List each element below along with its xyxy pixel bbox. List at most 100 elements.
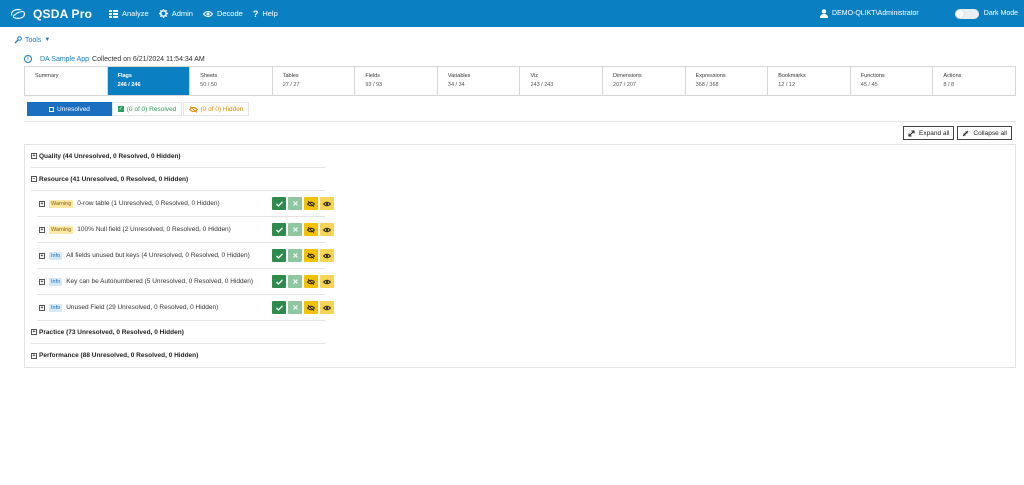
tab-expressions[interactable]: Expressions 368 / 368: [685, 67, 769, 95]
show-button[interactable]: [320, 275, 334, 288]
app-info: i DA Sample App Collected on 6/21/2024 1…: [24, 55, 205, 63]
nav-admin[interactable]: Admin: [158, 9, 193, 18]
tab-label: Viz: [530, 73, 539, 79]
collapse-all-label: Collapse all: [973, 129, 1007, 137]
section-label: Practice (73 Unresolved, 0 Resolved, 0 H…: [39, 328, 184, 336]
flag-row[interactable]: + Warning 0-row table (1 Unresolved, 0 R…: [37, 191, 334, 217]
resolve-button[interactable]: [272, 197, 286, 210]
eye-slash-icon: [307, 226, 315, 233]
tab-summary[interactable]: Summary: [25, 67, 108, 95]
tab-count: 12 / 12: [778, 82, 796, 88]
tab-label: Tables: [282, 73, 299, 79]
tab-functions[interactable]: Functions 45 / 45: [850, 67, 934, 95]
resolve-button[interactable]: [272, 275, 286, 288]
expand-plus-icon[interactable]: +: [31, 352, 37, 359]
info-badge: Info: [49, 303, 63, 312]
expand-plus-icon[interactable]: +: [39, 278, 45, 285]
flag-label: Key can be Autonumbered (5 Unresolved, 0…: [66, 278, 253, 285]
row-actions: [272, 275, 336, 288]
toggle-knob: [955, 9, 964, 18]
section-resource[interactable]: − Resource (41 Unresolved, 0 Resolved, 0…: [31, 168, 325, 191]
hide-button[interactable]: [304, 223, 318, 236]
expand-plus-icon[interactable]: +: [39, 252, 45, 259]
show-button[interactable]: [320, 223, 334, 236]
tab-strip: Summary Flags 246 / 246 Sheets 50 / 50 Tab…: [24, 66, 1016, 96]
nav-help[interactable]: ? Help: [253, 9, 278, 19]
collapse-minus-icon[interactable]: −: [31, 176, 37, 182]
eye-icon: [323, 253, 331, 258]
check-icon: [275, 278, 283, 285]
section-quality[interactable]: + Quality (44 Unresolved, 0 Resolved, 0 …: [31, 145, 325, 168]
flag-row[interactable]: + Warning 100% Null field (2 Unresolved,…: [37, 217, 334, 243]
expand-plus-icon[interactable]: +: [39, 226, 45, 233]
unresolve-button[interactable]: [288, 197, 302, 210]
flag-row[interactable]: + Info All fields unused but keys (4 Unr…: [37, 243, 334, 269]
check-icon: [275, 304, 283, 311]
section-label: Resource (41 Unresolved, 0 Resolved, 0 H…: [39, 175, 189, 183]
hide-button[interactable]: [304, 197, 318, 210]
show-button[interactable]: [320, 197, 334, 210]
tab-count: 368 / 368: [695, 82, 719, 88]
check-icon: ✓: [117, 106, 124, 112]
eye-icon: [323, 279, 331, 284]
nav-analyze-label: Analyze: [122, 9, 149, 18]
tab-actions[interactable]: Actions 8 / 8: [933, 67, 1015, 95]
section-performance[interactable]: + Performance (88 Unresolved, 0 Resolved…: [31, 344, 325, 367]
hide-button[interactable]: [304, 275, 318, 288]
nav-analyze[interactable]: Analyze: [109, 9, 149, 18]
check-icon: [275, 252, 283, 259]
expand-plus-icon[interactable]: +: [39, 200, 45, 207]
unresolve-button[interactable]: [288, 275, 302, 288]
tab-viz[interactable]: Viz 243 / 243: [520, 67, 604, 95]
unresolve-button[interactable]: [288, 301, 302, 314]
row-actions: [272, 223, 336, 236]
resolve-button[interactable]: [272, 301, 286, 314]
tab-dimensions[interactable]: Dimensions 207 / 207: [603, 67, 686, 95]
check-icon: [275, 226, 283, 233]
expand-all-button[interactable]: Expand all: [903, 126, 955, 140]
resolved-label: (0 of 0) Resolved: [126, 105, 177, 113]
flag-row[interactable]: + Info Unused Field (29 Unresolved, 0 Re…: [37, 295, 334, 321]
tab-bookmarks[interactable]: Bookmarks 12 / 12: [768, 67, 851, 95]
hide-button[interactable]: [304, 301, 318, 314]
collapse-all-button[interactable]: Collapse all: [957, 126, 1012, 140]
tab-count: 27 / 27: [282, 82, 300, 88]
tab-fields[interactable]: Fields 93 / 93: [355, 67, 438, 95]
dark-mode-toggle[interactable]: [954, 8, 979, 19]
resolve-button[interactable]: [272, 249, 286, 262]
resolved-filter-button[interactable]: ✓ (0 of 0) Resolved: [112, 102, 182, 116]
flag-label: Unused Field (29 Unresolved, 0 Resolved,…: [66, 304, 219, 311]
show-button[interactable]: [320, 301, 334, 314]
tab-label: Fields: [365, 73, 380, 79]
unresolve-button[interactable]: [288, 223, 302, 236]
nav-decode-label: Decode: [216, 9, 243, 18]
hidden-filter-button[interactable]: (0 of 0) Hidden: [183, 102, 249, 116]
tab-count: 34 / 34: [447, 82, 465, 88]
resolve-button[interactable]: [272, 223, 286, 236]
unresolve-button[interactable]: [288, 249, 302, 262]
unresolved-filter-button[interactable]: Unresolved: [27, 102, 112, 116]
unresolved-label: Unresolved: [57, 105, 90, 113]
section-practice[interactable]: + Practice (73 Unresolved, 0 Resolved, 0…: [31, 321, 325, 344]
show-button[interactable]: [320, 249, 334, 262]
hide-button[interactable]: [304, 249, 318, 262]
tab-tables[interactable]: Tables 27 / 27: [272, 67, 356, 95]
brand[interactable]: QSDA Pro: [11, 7, 96, 21]
qsda-logo-icon: [11, 8, 25, 19]
expand-plus-icon[interactable]: +: [39, 304, 45, 311]
tab-label: Functions: [860, 73, 885, 79]
expand-plus-icon[interactable]: +: [31, 329, 37, 335]
caret-down-icon: ▼: [44, 37, 51, 43]
tab-count: 45 / 45: [860, 82, 878, 88]
tab-variables[interactable]: Variables 34 / 34: [437, 67, 521, 95]
expand-plus-icon[interactable]: +: [31, 153, 37, 159]
info-badge: Info: [49, 277, 63, 286]
tab-flags[interactable]: Flags 246 / 246: [107, 67, 191, 95]
tools-menu[interactable]: Tools ▼: [14, 36, 50, 44]
tab-label: Bookmarks: [778, 73, 806, 79]
app-link[interactable]: DA Sample App: [40, 56, 89, 63]
nav-decode[interactable]: Decode: [202, 9, 243, 18]
user-menu[interactable]: DEMO-QLIKT\Administrator: [820, 9, 919, 18]
tab-sheets[interactable]: Sheets 50 / 50: [190, 67, 273, 95]
flag-row[interactable]: + Info Key can be Autonumbered (5 Unreso…: [37, 269, 334, 295]
